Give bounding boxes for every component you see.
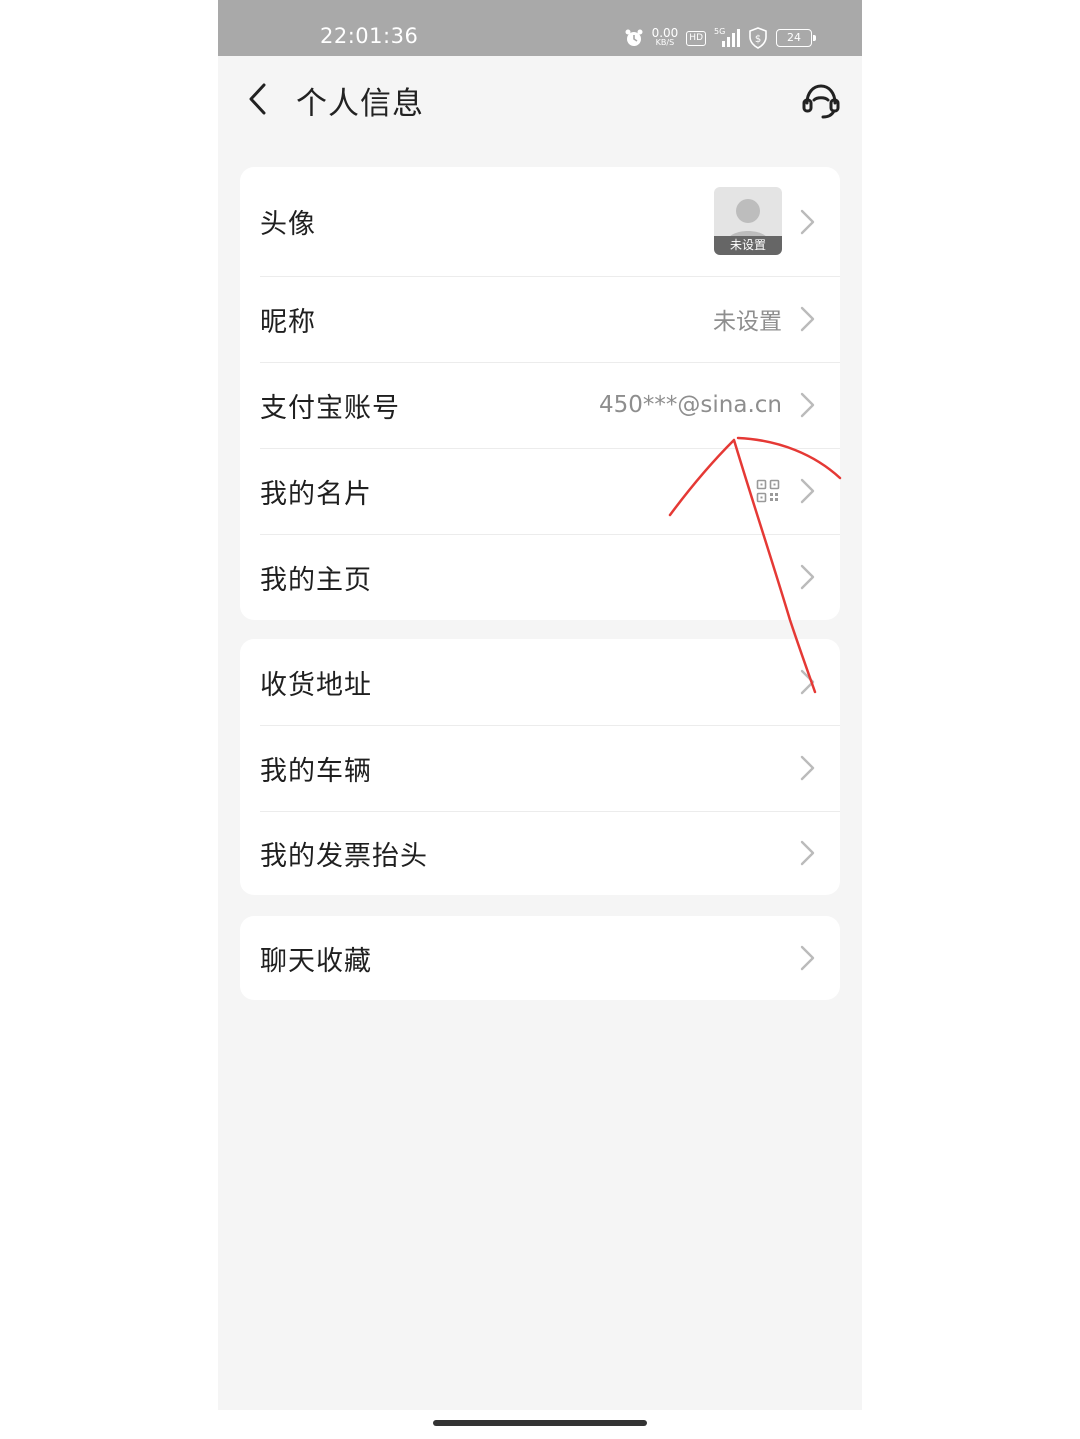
- row-label: 我的名片: [260, 478, 372, 510]
- row-alipay-account[interactable]: 支付宝账号 450***@sina.cn: [240, 362, 840, 448]
- hd-badge: HD: [686, 30, 706, 46]
- row-chat-favorites[interactable]: 聊天收藏: [240, 916, 840, 1000]
- status-icons: 0.00 KB/S HD 5G $ 24: [624, 25, 816, 51]
- row-label: 头像: [260, 209, 316, 240]
- row-label: 收货地址: [260, 669, 372, 701]
- row-label: 昵称: [260, 306, 316, 338]
- row-label: 我的主页: [260, 564, 372, 596]
- chevron-right-icon: [800, 564, 815, 590]
- shield-icon: $: [749, 27, 767, 49]
- row-label: 我的车辆: [260, 755, 372, 787]
- signal-icon: 5G: [714, 27, 740, 47]
- chevron-right-icon: [800, 840, 815, 866]
- net-speed-unit: KB/S: [655, 38, 675, 47]
- chevron-right-icon: [800, 755, 815, 781]
- row-label: 我的发票抬头: [260, 840, 428, 872]
- alarm-icon: [625, 29, 643, 46]
- row-label: 聊天收藏: [260, 945, 372, 977]
- nav-bar: 个人信息: [218, 56, 862, 144]
- row-value: 450***@sina.cn: [599, 392, 782, 418]
- back-arrow-icon[interactable]: [242, 82, 276, 116]
- phone-screen: 22:01:36 0.00 KB/S HD 5G $ 24 个人信息 头像 未设…: [218, 0, 862, 1410]
- chevron-right-icon: [800, 392, 815, 418]
- chevron-right-icon: [800, 209, 815, 234]
- chevron-right-icon: [800, 306, 815, 332]
- row-avatar[interactable]: 头像 未设置: [240, 167, 840, 276]
- row-business-card[interactable]: 我的名片: [240, 448, 840, 534]
- home-indicator[interactable]: [433, 1420, 647, 1426]
- net-speed-value: 0.00: [651, 26, 679, 40]
- avatar-tag: 未设置: [714, 236, 782, 255]
- avatar[interactable]: 未设置: [714, 187, 782, 255]
- row-invoice-title[interactable]: 我的发票抬头: [240, 811, 840, 895]
- row-my-vehicles[interactable]: 我的车辆: [240, 725, 840, 811]
- row-homepage[interactable]: 我的主页: [240, 534, 840, 620]
- qr-code-icon: [756, 479, 780, 503]
- favorites-card: 聊天收藏: [240, 916, 840, 1000]
- row-nickname[interactable]: 昵称 未设置: [240, 276, 840, 362]
- row-value: 未设置: [713, 309, 782, 335]
- svg-text:$: $: [755, 34, 761, 45]
- battery-icon: 24: [776, 29, 816, 47]
- profile-card: 头像 未设置 昵称 未设置 支付宝账号 450***@sina.cn 我的名片: [240, 167, 840, 620]
- page-title: 个人信息: [296, 86, 424, 122]
- chevron-right-icon: [800, 669, 815, 695]
- status-time: 22:01:36: [320, 24, 419, 48]
- row-label: 支付宝账号: [260, 392, 400, 424]
- net-speed: 0.00 KB/S: [651, 26, 679, 48]
- chevron-right-icon: [800, 945, 815, 971]
- chevron-right-icon: [800, 478, 815, 504]
- row-shipping-address[interactable]: 收货地址: [240, 639, 840, 725]
- customer-service-icon[interactable]: [800, 80, 842, 122]
- address-card: 收货地址 我的车辆 我的发票抬头: [240, 639, 840, 895]
- status-bar: 22:01:36 0.00 KB/S HD 5G $ 24: [218, 0, 862, 56]
- signal-type: 5G: [714, 27, 726, 36]
